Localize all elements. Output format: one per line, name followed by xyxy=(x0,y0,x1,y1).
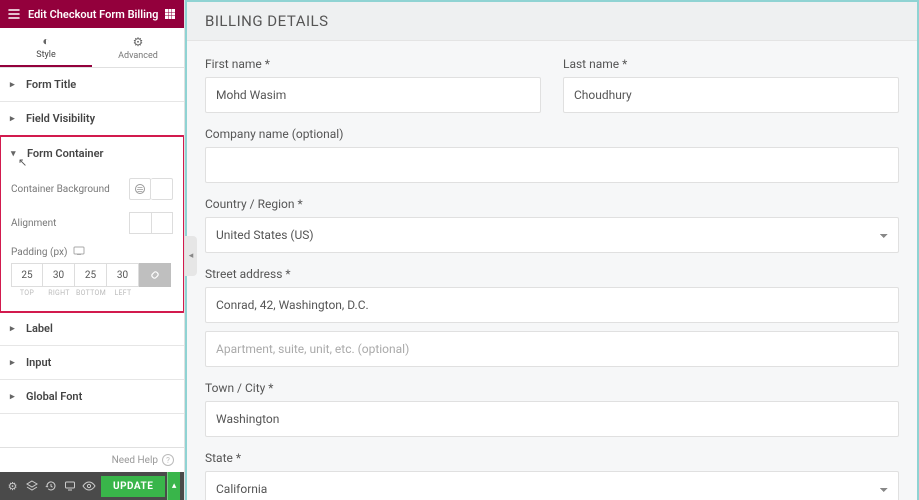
acc-label: Field Visibility xyxy=(26,112,174,125)
acc-label-section[interactable]: ▸ Label xyxy=(0,312,184,345)
preview-canvas: BILLING DETAILS First name * Last name *… xyxy=(185,0,919,500)
responsive-mode-icon[interactable] xyxy=(61,476,78,496)
chevron-down-icon: ▾ xyxy=(11,149,21,159)
country-label: Country / Region * xyxy=(205,197,899,211)
street-label: Street address * xyxy=(205,267,899,281)
billing-title: BILLING DETAILS xyxy=(187,2,917,41)
first-name-input[interactable] xyxy=(205,77,541,113)
editor-title: Edit Checkout Form Billing xyxy=(22,8,162,21)
company-label: Company name (optional) xyxy=(205,127,899,141)
settings-icon[interactable]: ⚙ xyxy=(4,476,21,496)
padding-top-input[interactable] xyxy=(11,263,43,287)
town-input[interactable] xyxy=(205,401,899,437)
town-label: Town / City * xyxy=(205,381,899,395)
last-name-input[interactable] xyxy=(563,77,899,113)
responsive-icon[interactable] xyxy=(73,246,85,259)
acc-input-section[interactable]: ▸ Input xyxy=(0,346,184,379)
street2-input[interactable] xyxy=(205,331,899,367)
acc-global-font[interactable]: ▸ Global Font xyxy=(0,380,184,413)
acc-field-visibility[interactable]: ▸ Field Visibility xyxy=(0,102,184,135)
menu-icon[interactable] xyxy=(6,8,22,20)
state-select[interactable]: California xyxy=(205,471,899,500)
country-select[interactable]: United States (US) xyxy=(205,217,899,253)
company-input[interactable] xyxy=(205,147,899,183)
container-bg-label: Container Background xyxy=(11,184,110,195)
update-label: UPDATE xyxy=(113,481,153,492)
need-help-label: Need Help xyxy=(112,455,158,466)
acc-body: Container Background Alignment xyxy=(1,170,183,311)
acc-label: Input xyxy=(26,356,174,369)
padding-left-input[interactable] xyxy=(107,263,139,287)
bg-type-gradient[interactable] xyxy=(151,178,173,200)
acc-form-title[interactable]: ▸ Form Title xyxy=(0,68,184,101)
bg-type-classic[interactable] xyxy=(129,178,151,200)
chevron-right-icon: ▸ xyxy=(10,324,20,334)
acc-label: Label xyxy=(26,322,174,335)
apps-icon[interactable] xyxy=(162,8,178,20)
align-left[interactable] xyxy=(129,212,151,234)
pad-cap: TOP xyxy=(20,289,34,297)
first-name-label: First name * xyxy=(205,57,541,71)
tab-label: Advanced xyxy=(118,51,158,61)
editor-header: Edit Checkout Form Billing xyxy=(0,0,184,28)
style-icon: ◐ xyxy=(42,34,49,48)
navigator-icon[interactable] xyxy=(23,476,40,496)
pad-cap: LEFT xyxy=(114,289,131,297)
help-icon: ? xyxy=(162,454,174,466)
chevron-right-icon: ▸ xyxy=(10,392,20,402)
acc-label: Form Title xyxy=(26,78,174,91)
tab-style[interactable]: ◐ Style xyxy=(0,28,92,67)
acc-label: Form Container xyxy=(27,147,173,160)
street1-input[interactable] xyxy=(205,287,899,323)
accordion: ↖ ▸ Form Title ▸ Field Visibility ▾ Form… xyxy=(0,68,184,447)
pad-cap: RIGHT xyxy=(48,289,70,297)
tab-label: Style xyxy=(36,50,56,60)
pad-cap: BOTTOM xyxy=(76,289,106,297)
update-options-toggle[interactable]: ▴ xyxy=(167,472,180,500)
link-values-toggle[interactable] xyxy=(139,263,171,287)
padding-bottom-input[interactable] xyxy=(75,263,107,287)
acc-label: Global Font xyxy=(26,390,174,403)
gear-icon: ⚙ xyxy=(133,35,144,49)
alignment-label: Alignment xyxy=(11,218,56,229)
last-name-label: Last name * xyxy=(563,57,899,71)
padding-label: Padding (px) xyxy=(11,247,67,258)
align-right[interactable] xyxy=(151,212,173,234)
tab-advanced[interactable]: ⚙ Advanced xyxy=(92,28,184,67)
collapse-sidebar-handle[interactable]: ◂ xyxy=(185,236,197,276)
acc-form-container[interactable]: ▾ Form Container xyxy=(1,137,183,170)
history-icon[interactable] xyxy=(42,476,59,496)
need-help[interactable]: Need Help ? xyxy=(0,447,184,472)
preview-icon[interactable] xyxy=(80,476,97,496)
state-label: State * xyxy=(205,451,899,465)
chevron-right-icon: ▸ xyxy=(10,80,20,90)
panel-tabs: ◐ Style ⚙ Advanced xyxy=(0,28,184,68)
footer-bar: ⚙ UPDATE ▴ xyxy=(0,472,184,500)
chevron-right-icon: ▸ xyxy=(10,358,20,368)
update-button[interactable]: UPDATE xyxy=(101,476,165,497)
padding-right-input[interactable] xyxy=(43,263,75,287)
chevron-right-icon: ▸ xyxy=(10,114,20,124)
